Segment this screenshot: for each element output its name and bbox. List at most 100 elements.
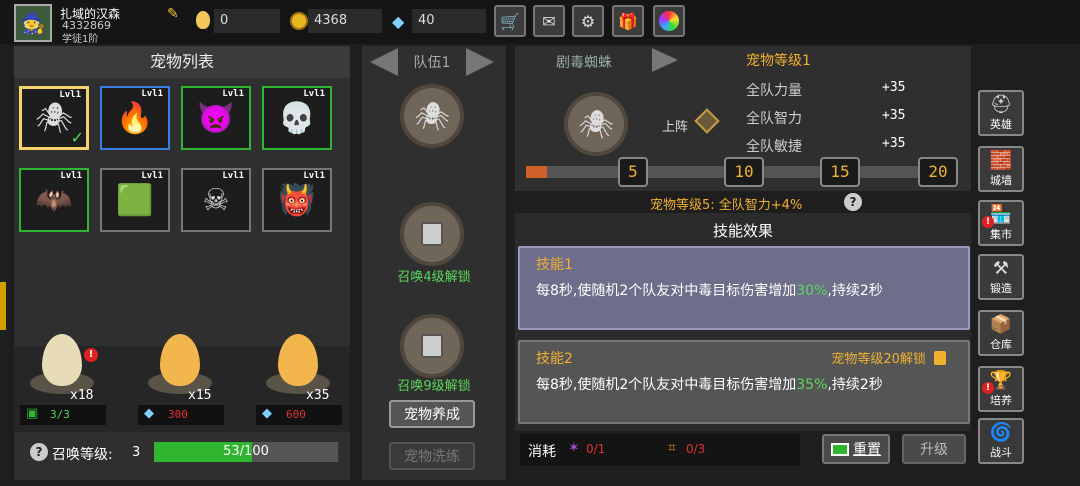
skill-2-card: 技能2 宠物等级20解锁 每8秒,使随机2个队友对中毒目标伤害增加35%,持续2… xyxy=(518,340,970,424)
video-icon: ▣ xyxy=(26,406,39,421)
dark-demon-pet-icon: 👹 xyxy=(278,182,316,218)
sidebar-anvil-button[interactable]: ⚒ 锻造 xyxy=(978,254,1024,300)
gem-icon: ◆ xyxy=(392,12,405,31)
skills-title: 技能效果 xyxy=(712,222,773,240)
sidebar-label: 锻造 xyxy=(990,282,1012,295)
edit-name-icon[interactable]: ✎ xyxy=(167,6,179,22)
top-bar: 🧙 扎域的汉森 4332869 学徒1阶 ✎ 0 4368 ◆ 40 🛒 ✉ ⚙… xyxy=(0,0,1080,45)
bone-material-icon: ⌗ xyxy=(668,440,676,456)
team-prev-arrow[interactable] xyxy=(370,48,398,76)
pet-level-badge: Lvl1 xyxy=(222,89,244,99)
pet-level-title: 宠物等级1 xyxy=(746,53,811,69)
lock-icon xyxy=(421,334,443,358)
lock-icon xyxy=(421,222,443,246)
skeleton-pet-icon: ☠ xyxy=(202,182,230,218)
pet-slot[interactable]: Lvl1 ☠ xyxy=(181,168,251,232)
level-milestone: 15 xyxy=(820,157,860,187)
team-slot-1[interactable]: 🕷 xyxy=(400,84,464,148)
team-slot-3-locked[interactable] xyxy=(400,314,464,378)
egg-count: x15 xyxy=(188,388,212,403)
cost-label: 消耗 xyxy=(528,444,556,460)
stat-name: 全队智力 xyxy=(746,111,802,127)
sidebar-portal-button[interactable]: 🌀 战斗 xyxy=(978,418,1024,464)
stat-value: +35 xyxy=(882,80,906,95)
sidebar-helmet-button[interactable]: ⛑ 英雄 xyxy=(978,90,1024,136)
egg-count: x35 xyxy=(306,388,330,403)
pet-level-badge: Lvl1 xyxy=(60,171,82,181)
pet-wash-button[interactable]: 宠物洗练 xyxy=(389,442,475,470)
pet-slot[interactable]: Lvl1 🕷 ✓ xyxy=(19,86,89,150)
wall-icon: 🧱 xyxy=(989,150,1013,171)
skill-1-percent: 30% xyxy=(796,283,828,299)
team-slot-2-locked[interactable] xyxy=(400,202,464,266)
sidebar-label: 英雄 xyxy=(990,118,1012,131)
color-wheel-button[interactable] xyxy=(653,5,685,37)
pet-list-title: 宠物列表 xyxy=(14,46,350,78)
mail-button[interactable]: ✉ xyxy=(533,5,565,37)
pet-level-fill xyxy=(526,166,548,178)
help-icon[interactable]: ? xyxy=(30,443,48,461)
sidebar-wall-button[interactable]: 🧱 城墙 xyxy=(978,146,1024,192)
warehouse-icon: 📦 xyxy=(989,314,1013,335)
alert-icon: ! xyxy=(84,348,98,362)
pet-level-badge: Lvl1 xyxy=(141,89,163,99)
pet-level-badge: Lvl1 xyxy=(141,171,163,181)
spider-pet-icon: 🕷 xyxy=(34,100,74,136)
reset-button[interactable]: 重置 xyxy=(822,434,890,464)
egg-cost: 300 xyxy=(168,408,188,421)
stat-name: 全队力量 xyxy=(746,83,802,99)
skill-2-percent: 35% xyxy=(796,377,828,393)
mail-icon: ✉ xyxy=(542,11,556,31)
stat-value: +35 xyxy=(882,108,906,123)
stat-value: +35 xyxy=(882,136,906,151)
skill-2-description: 每8秒,使随机2个队友对中毒目标伤害增加35%,持续2秒 xyxy=(536,377,883,393)
team-next-arrow[interactable] xyxy=(466,48,494,76)
pet-slot[interactable]: Lvl1 👿 xyxy=(181,86,251,150)
gift-button[interactable]: 🎁 xyxy=(612,5,644,37)
flame-bat-pet-icon: 🔥 xyxy=(116,100,154,136)
pet-next-arrow[interactable] xyxy=(652,48,678,72)
settings-button[interactable]: ⚙ xyxy=(572,5,604,37)
summon-level-value: 3 xyxy=(132,445,141,460)
cart-icon: 🛒 xyxy=(500,11,520,31)
anvil-icon: ⚒ xyxy=(992,258,1010,279)
sidebar-warehouse-button[interactable]: 📦 仓库 xyxy=(978,310,1024,356)
deploy-label: 上阵 xyxy=(662,120,689,135)
level-milestone: 10 xyxy=(724,157,764,187)
helmet-icon: ⛑ xyxy=(989,94,1013,115)
level-milestone: 20 xyxy=(918,157,958,187)
pet-slot[interactable]: Lvl1 👹 xyxy=(262,168,332,232)
pet-level-badge: Lvl1 xyxy=(59,90,81,100)
diamond-icon: ◆ xyxy=(262,406,272,421)
team-title: 队伍1 xyxy=(413,55,451,71)
pet-slot[interactable]: Lvl1 💀 xyxy=(262,86,332,150)
pet-name: 剧毒蜘蛛 xyxy=(556,55,612,71)
upgrade-button[interactable]: 升级 xyxy=(902,434,966,464)
gift-icon: 🎁 xyxy=(618,11,638,31)
cost-bone-material: 0/3 xyxy=(686,442,706,456)
shop-cart-button[interactable]: 🛒 xyxy=(494,5,526,37)
summon-progress-text: 53/100 xyxy=(223,444,269,459)
pet-level-badge: Lvl1 xyxy=(303,89,325,99)
summon-progress-bar: 53/100 xyxy=(154,442,338,462)
player-rank: 学徒1阶 xyxy=(62,34,99,45)
pet-slot[interactable]: Lvl1 🔥 xyxy=(100,86,170,150)
pet-slot[interactable]: Lvl1 🦇 xyxy=(19,168,89,232)
bonus-help-icon[interactable]: ? xyxy=(844,193,862,211)
edge-tab xyxy=(0,282,6,330)
sidebar-label: 战斗 xyxy=(990,446,1012,459)
sidebar-trophy-button[interactable]: 🏆 培养! xyxy=(978,366,1024,412)
egg-cost: 3/3 xyxy=(50,408,70,421)
player-avatar[interactable]: 🧙 xyxy=(14,4,52,42)
pet-portrait: 🕷 xyxy=(564,92,628,156)
pet-slot[interactable]: Lvl1 🟩 xyxy=(100,168,170,232)
color-wheel-icon xyxy=(659,11,679,31)
pet-level-badge: Lvl1 xyxy=(303,171,325,181)
sidebar-market-button[interactable]: 🏪 集市! xyxy=(978,200,1024,246)
gear-icon: ⚙ xyxy=(580,11,596,31)
pet-cultivate-button[interactable]: 宠物养成 xyxy=(389,400,475,428)
cost-spider-material: 0/1 xyxy=(586,442,606,456)
portal-icon: 🌀 xyxy=(989,422,1013,443)
gold-value: 4368 xyxy=(308,9,382,33)
level-bonus-text: 宠物等级5: 全队智力+4% xyxy=(650,198,803,213)
